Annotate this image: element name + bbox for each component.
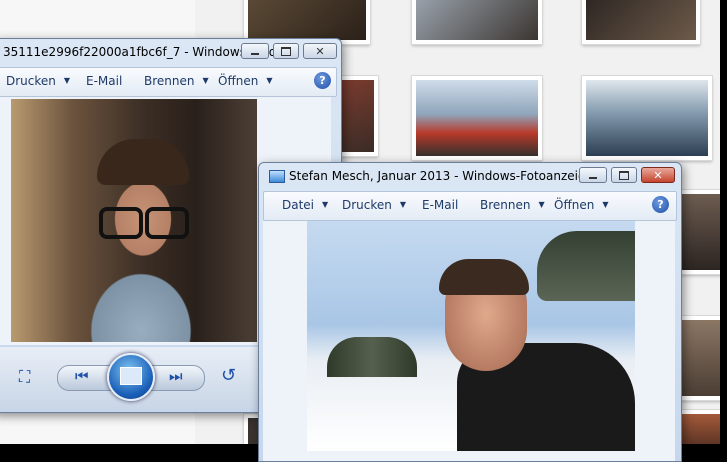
photo-viewer-window-2[interactable]: Stefan Mesch, Januar 2013 - Windows-Foto…	[258, 162, 682, 462]
menu-datei[interactable]: Datei ▼	[282, 198, 328, 212]
menu-brennen[interactable]: Brennen ▼	[480, 198, 545, 212]
command-bar: Datei ▼ Drucken ▼ E-Mail Brennen ▼ Öffnen ▼ …	[263, 191, 677, 221]
menu-drucken[interactable]: Drucken ▼	[342, 198, 406, 212]
close-icon: ✕	[653, 168, 663, 182]
dropdown-arrow-icon: ▼	[602, 200, 609, 209]
title-bar[interactable]: Stefan Mesch, Januar 2013 - Windows-Foto…	[259, 163, 681, 189]
close-icon: ✕	[315, 44, 325, 58]
thumbnail[interactable]	[338, 76, 378, 156]
menu-email[interactable]: E-Mail	[86, 74, 122, 88]
dropdown-arrow-icon: ▼	[266, 76, 273, 85]
minimize-icon	[251, 52, 259, 55]
help-icon[interactable]: ?	[652, 196, 669, 213]
dropdown-arrow-icon: ▼	[399, 200, 407, 209]
hair-shape	[97, 139, 189, 185]
rotate-ccw-icon[interactable]: ↺	[221, 365, 236, 386]
displayed-photo	[11, 99, 257, 342]
dropdown-arrow-icon: ▼	[538, 200, 545, 209]
minimize-button[interactable]	[579, 167, 607, 183]
thumbnail[interactable]	[678, 190, 720, 274]
close-button[interactable]: ✕	[641, 167, 675, 183]
thumbnail[interactable]	[678, 410, 720, 444]
thumbnail[interactable]	[412, 76, 542, 160]
person-hair	[439, 259, 529, 295]
glasses-shape	[99, 207, 143, 239]
maximize-icon	[619, 170, 629, 180]
minimize-icon	[589, 176, 597, 179]
minimize-button[interactable]	[241, 43, 269, 59]
displayed-photo	[307, 221, 635, 451]
image-area	[263, 221, 675, 461]
maximize-icon	[281, 46, 291, 56]
title-bar[interactable]: 35111e2996f22000a1fbc6f_7 - Windows-Foto…	[0, 39, 341, 65]
next-icon[interactable]: ⏭	[169, 367, 183, 385]
dropdown-arrow-icon: ▼	[202, 76, 209, 85]
help-icon[interactable]: ?	[314, 72, 331, 89]
menu-oeffnen[interactable]: Öffnen ▼	[554, 198, 608, 212]
maximize-button[interactable]	[273, 43, 299, 59]
previous-icon[interactable]: ⏮	[75, 367, 89, 385]
thumbnail[interactable]	[582, 76, 712, 160]
dropdown-arrow-icon: ▼	[322, 200, 329, 209]
menu-email[interactable]: E-Mail	[422, 198, 458, 212]
maximize-button[interactable]	[611, 167, 637, 183]
thumbnail[interactable]	[412, 0, 542, 44]
thumbnail[interactable]	[582, 0, 700, 44]
window-title: Stefan Mesch, Januar 2013 - Windows-Foto…	[289, 169, 593, 183]
app-icon	[269, 170, 285, 183]
menu-oeffnen[interactable]: Öffnen ▼	[218, 74, 272, 88]
menu-brennen[interactable]: Brennen ▼	[144, 74, 209, 88]
close-button[interactable]: ✕	[303, 43, 337, 59]
actual-size-icon[interactable]: ⛶	[19, 367, 30, 387]
slideshow-play-icon	[120, 367, 142, 385]
command-bar: Drucken ▼ E-Mail Brennen ▼ Öffnen ▼ ?	[0, 67, 337, 97]
glasses-shape	[145, 207, 189, 239]
window-title: 35111e2996f22000a1fbc6f_7 - Windows-Foto	[3, 45, 277, 59]
trees-shape	[327, 337, 417, 377]
thumbnail[interactable]	[678, 316, 720, 400]
menu-drucken[interactable]: Drucken ▼	[6, 74, 70, 88]
hedge-shape	[537, 231, 635, 301]
slideshow-play-button[interactable]	[107, 353, 155, 401]
dropdown-arrow-icon: ▼	[63, 76, 71, 85]
